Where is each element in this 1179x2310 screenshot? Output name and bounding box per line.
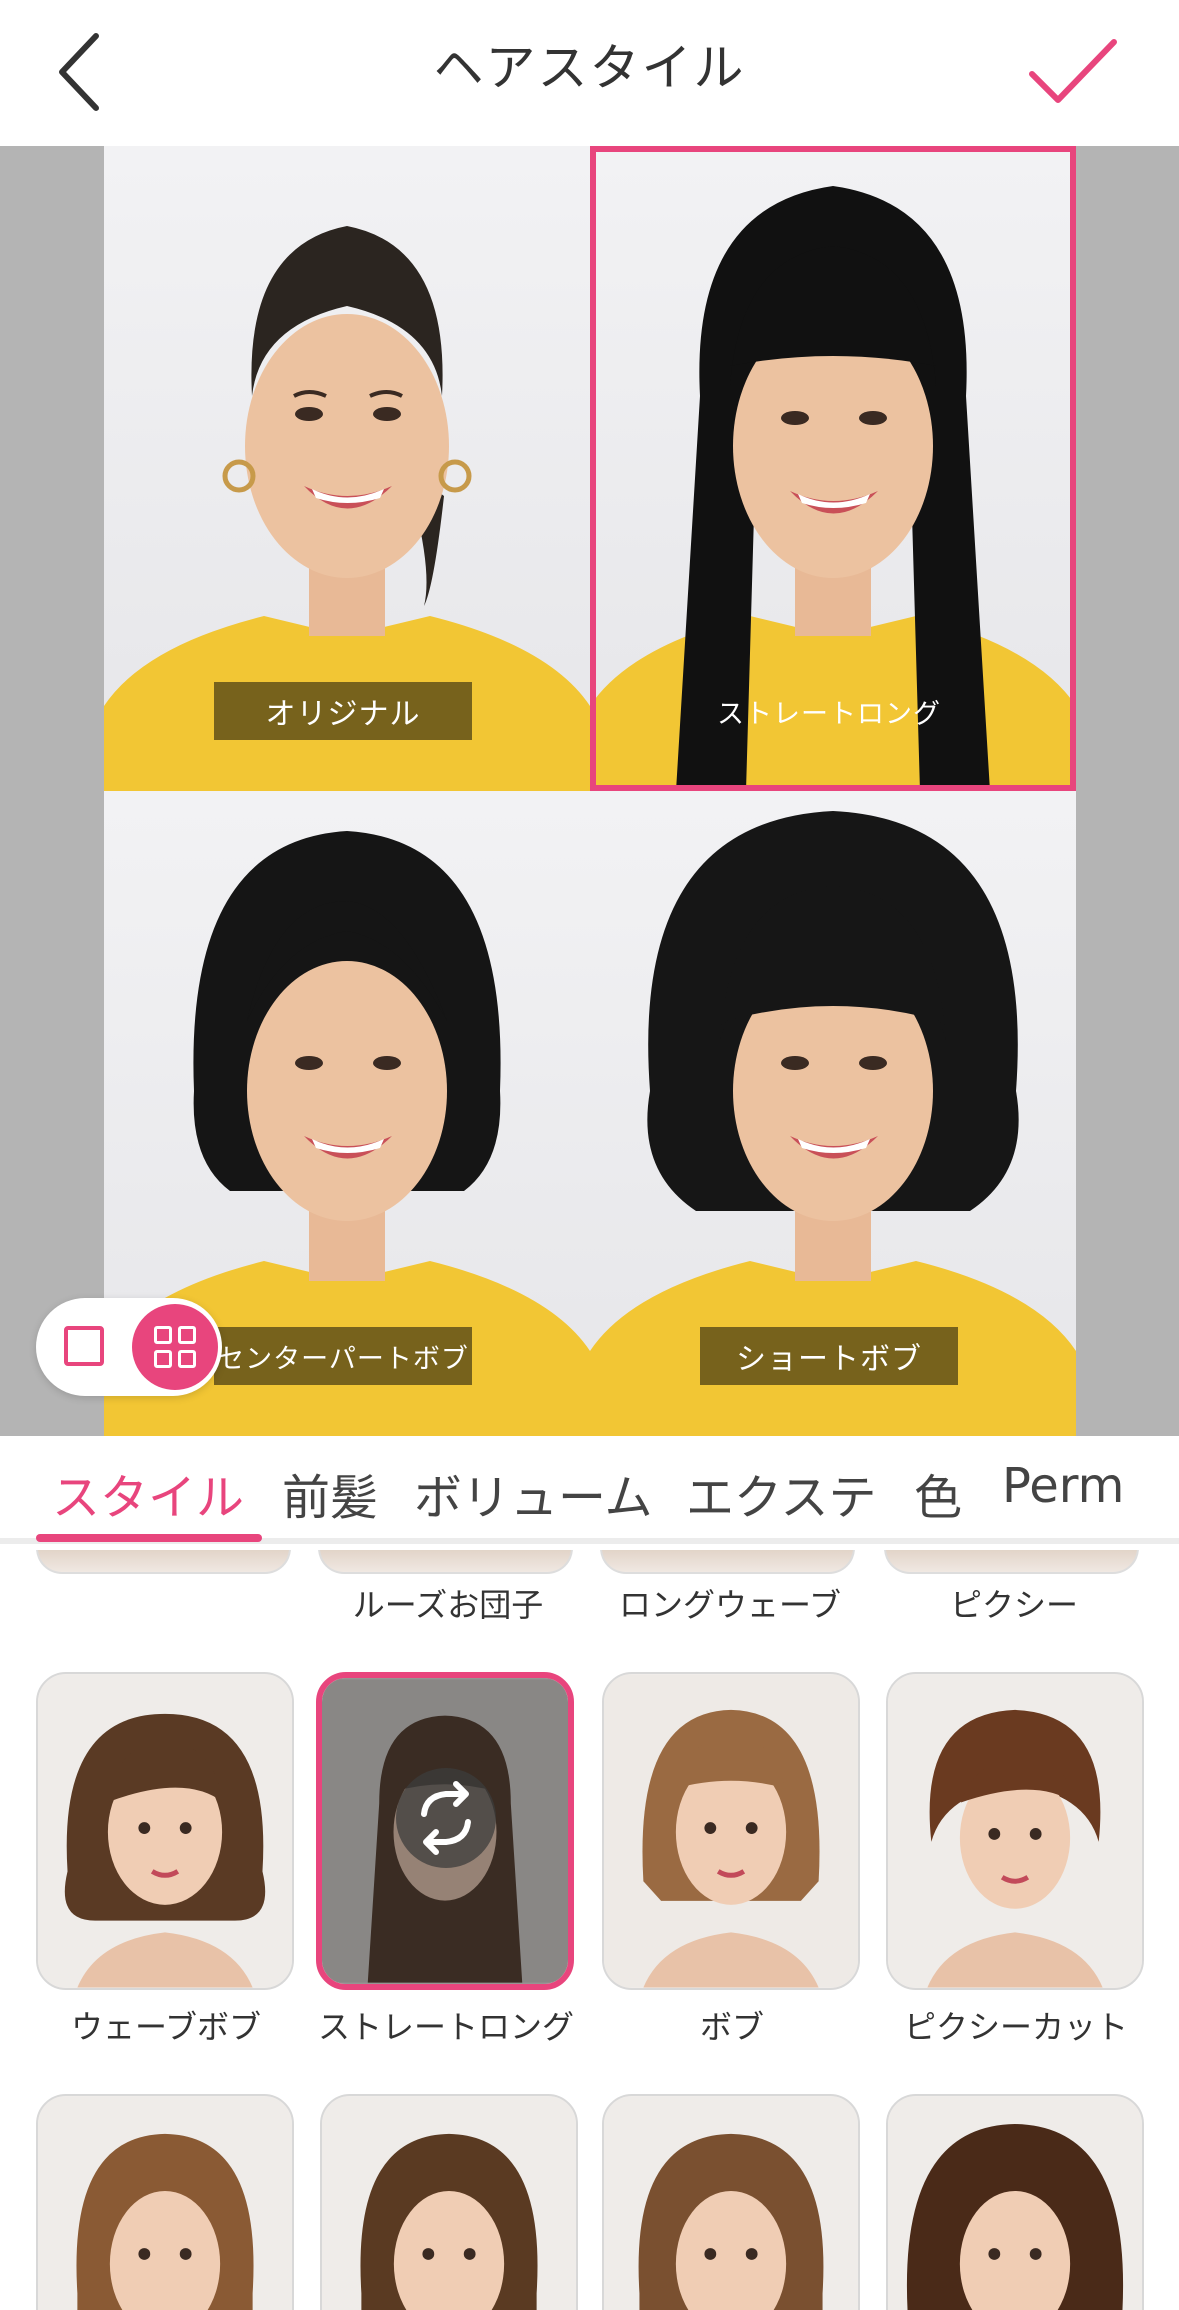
tab-extensions[interactable]: エクステ	[686, 1458, 877, 1528]
tab-perm[interactable]: Perm	[1002, 1458, 1124, 1514]
style-preview-image	[38, 1674, 292, 1988]
style-thumb-partial[interactable]	[36, 1550, 291, 1574]
style-thumb-row3-4[interactable]	[886, 2094, 1144, 2310]
style-label: ストレートロング	[317, 2008, 574, 2046]
category-tabs: スタイル 前髪 ボリューム エクステ 色 Perm	[0, 1436, 1179, 1544]
style-label: ウェーブボブ	[70, 2008, 262, 2046]
style-thumb-row3-2[interactable]	[320, 2094, 578, 2310]
style-preview-image	[888, 1674, 1142, 1988]
style-thumb-row3-1[interactable]	[36, 2094, 294, 2310]
style-thumb-straight-long[interactable]	[316, 1672, 574, 1990]
cell-label: ストレートロング	[717, 698, 941, 730]
tab-style[interactable]: スタイル	[52, 1458, 244, 1528]
style-label: ピクシー	[949, 1586, 1078, 1624]
style-label: ボブ	[699, 2008, 764, 2046]
style-label: ロングウェーブ	[618, 1586, 842, 1624]
style-preview-image	[604, 1674, 858, 1988]
view-toggle	[36, 1298, 222, 1396]
header: ヘアスタイル	[0, 0, 1179, 146]
comparison-grid: オリジナル ストレートロング センターパートボブ ショートボブ	[104, 146, 1076, 1436]
style-thumb-wave-bob[interactable]	[36, 1672, 294, 1990]
preview-area: オリジナル ストレートロング センターパートボブ ショートボブ	[0, 146, 1179, 1436]
tab-color[interactable]: 色	[914, 1458, 962, 1528]
style-thumb-row3-3[interactable]	[602, 2094, 860, 2310]
style-thumb-loose-bun[interactable]	[318, 1550, 573, 1574]
preview-cell-straight-long[interactable]: ストレートロング	[590, 146, 1076, 791]
tab-bangs[interactable]: 前髪	[282, 1458, 378, 1528]
page-title: ヘアスタイル	[433, 39, 746, 97]
cell-label: オリジナル	[214, 682, 472, 740]
style-label: ピクシーカット	[903, 2008, 1128, 2046]
preview-cell-short-bob[interactable]: ショートボブ	[590, 791, 1076, 1436]
style-thumb-pixie[interactable]	[884, 1550, 1139, 1574]
regenerate-icon[interactable]	[396, 1768, 496, 1868]
check-icon	[1029, 39, 1117, 103]
single-view-icon[interactable]	[64, 1326, 104, 1366]
active-tab-indicator	[36, 1534, 262, 1542]
style-label: ルーズお団子	[352, 1586, 544, 1624]
style-thumb-bob[interactable]	[602, 1672, 860, 1990]
style-thumb-pixie-cut[interactable]	[886, 1672, 1144, 1990]
cell-label: ショートボブ	[700, 1327, 958, 1385]
style-thumb-long-wave[interactable]	[600, 1550, 855, 1574]
cell-label: センターパートボブ	[214, 1327, 472, 1385]
grid-view-icon[interactable]	[132, 1304, 218, 1390]
style-list[interactable]: ルーズお団子 ロングウェーブ ピクシー ウェーブボブ ストレートロング ボブ ピ…	[0, 1550, 1179, 2310]
tab-volume[interactable]: ボリューム	[414, 1458, 653, 1528]
preview-cell-original[interactable]: オリジナル	[104, 146, 590, 791]
confirm-button[interactable]	[1018, 22, 1128, 122]
